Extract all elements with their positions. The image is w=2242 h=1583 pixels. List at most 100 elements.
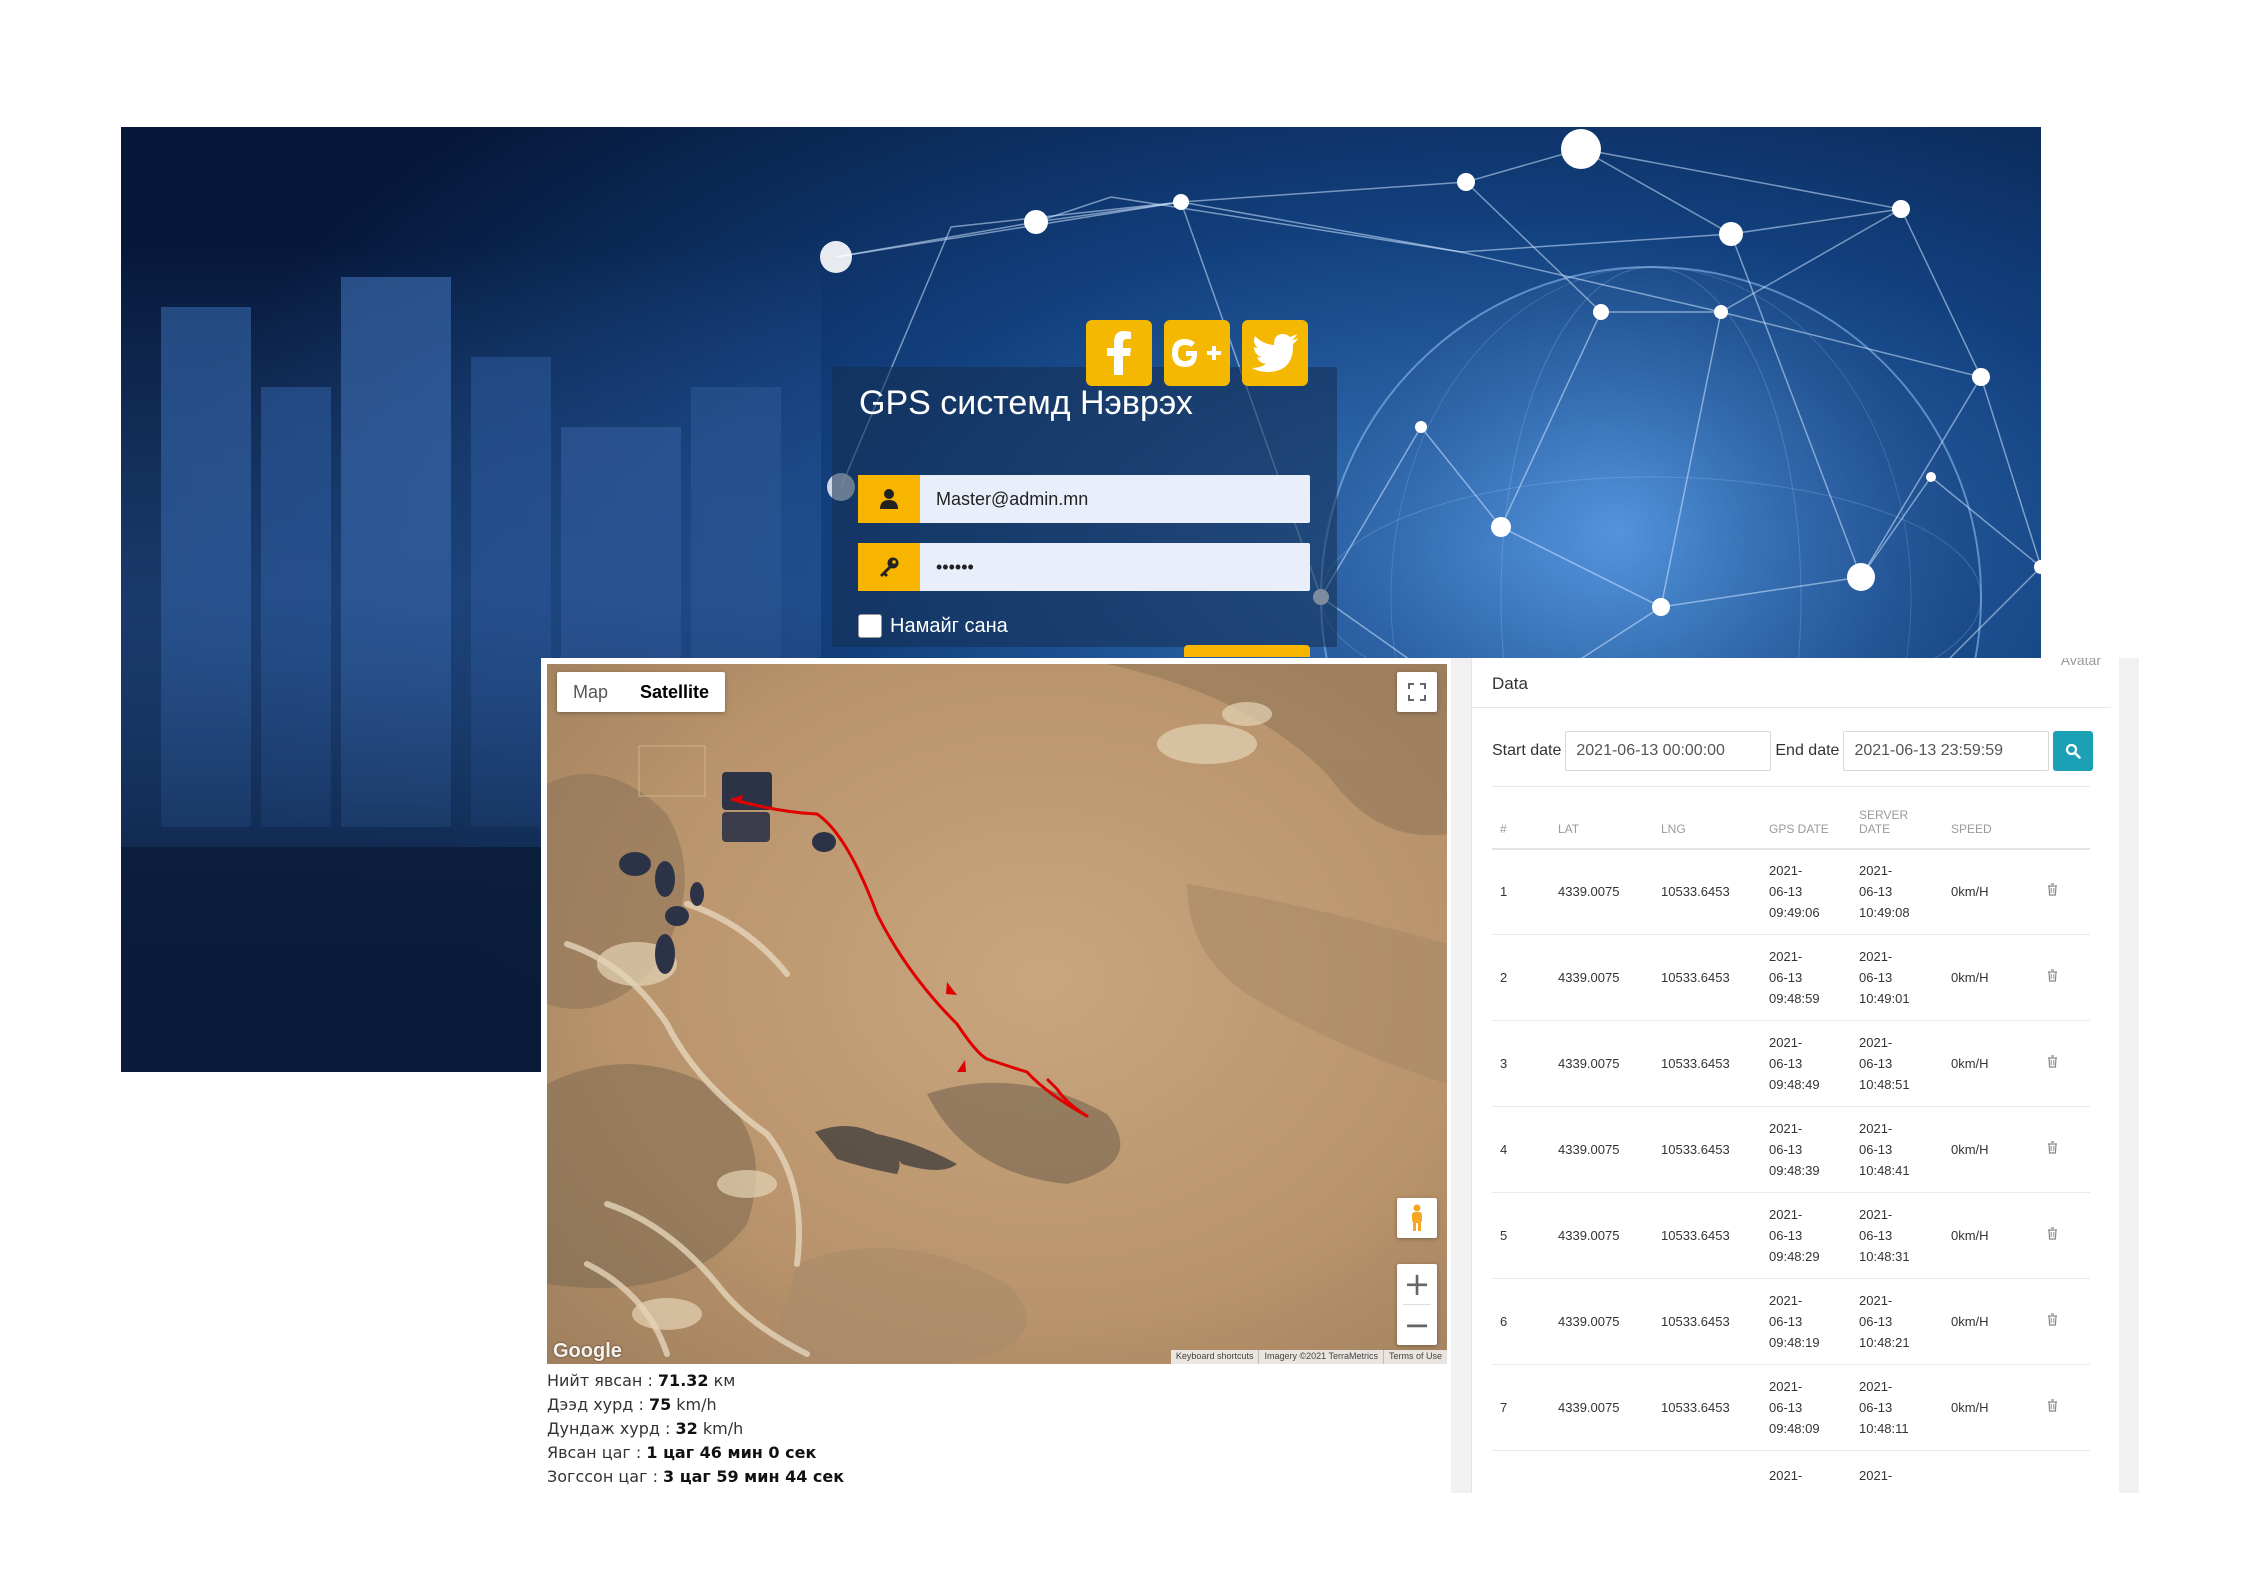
date-part: 06-13 (1769, 1056, 1803, 1071)
remember-label: Намайг сана (890, 614, 1008, 637)
start-date-input[interactable]: 2021-06-13 00:00:00 (1565, 731, 1772, 771)
table-row[interactable]: 6 4339.0075 10533.6453 2021- 06-13 09:48:19 20… (1492, 1278, 2090, 1365)
cell-gps-date: 2021- 06-13 09:48:49 (1761, 1020, 1851, 1107)
delete-button[interactable] (2047, 883, 2058, 899)
gps-data-table: # LAT LNG GPS DATE SERVER DATE SPEED 1 43… (1492, 786, 2090, 1493)
cell-actions (2039, 1106, 2090, 1193)
header-speed[interactable]: SPEED (1943, 786, 2039, 850)
cell-gps-date: 2021- 06-13 09:48:09 (1761, 1364, 1851, 1451)
date-part: 10:48:11 (1859, 1421, 1909, 1436)
table-header-row: # LAT LNG GPS DATE SERVER DATE SPEED (1492, 786, 2090, 850)
cell-lat (1550, 1451, 1653, 1494)
stat-value: 32 (675, 1419, 698, 1438)
remember-me[interactable]: Намайг сана (858, 614, 1008, 638)
keyboard-shortcuts-link[interactable]: Keyboard shortcuts (1171, 1350, 1259, 1364)
date-part: 09:48:39 (1769, 1163, 1820, 1178)
terms-of-use-link[interactable]: Terms of Use (1382, 1350, 1447, 1364)
delete-button[interactable] (2047, 1399, 2058, 1415)
table-row[interactable]: 2021- 2021- (1492, 1451, 2090, 1494)
password-field[interactable]: •••••• (858, 543, 1310, 591)
search-icon (2066, 743, 2082, 759)
satellite-map[interactable]: Map Satellite + − Google Keyboard shortc… (547, 664, 1447, 1364)
google-plus-button[interactable] (1164, 320, 1230, 386)
street-view-button[interactable] (1397, 1198, 1437, 1238)
date-part: 2021- (1859, 1468, 1893, 1483)
cell-index (1492, 1451, 1550, 1494)
header-lat[interactable]: LAT (1550, 786, 1653, 850)
twitter-button[interactable] (1242, 320, 1308, 386)
zoom-out-button[interactable]: − (1397, 1305, 1437, 1345)
stat-label: Явсан цаг : (547, 1443, 647, 1462)
date-part: 2021- (1769, 1468, 1803, 1483)
cell-lat: 4339.0075 (1550, 1364, 1653, 1451)
remember-checkbox[interactable] (858, 614, 882, 638)
cell-gps-date: 2021- (1761, 1451, 1851, 1494)
delete-button[interactable] (2047, 969, 2058, 985)
cell-server-date: 2021- 06-13 10:48:31 (1851, 1192, 1943, 1279)
cell-speed: 0km/H (1943, 1020, 2039, 1107)
header-server-date[interactable]: SERVER DATE (1851, 786, 1943, 850)
map-type-satellite[interactable]: Satellite (624, 672, 725, 712)
cell-index: 5 (1492, 1192, 1550, 1279)
cell-gps-date: 2021- 06-13 09:48:39 (1761, 1106, 1851, 1193)
cell-lng: 10533.6453 (1653, 1364, 1761, 1451)
map-type-map[interactable]: Map (557, 672, 624, 712)
fullscreen-button[interactable] (1397, 672, 1437, 712)
header-index[interactable]: # (1492, 786, 1550, 850)
twitter-icon (1252, 334, 1298, 372)
delete-button[interactable] (2047, 1141, 2058, 1157)
header-lng[interactable]: LNG (1653, 786, 1761, 850)
key-icon (858, 543, 920, 591)
search-button[interactable] (2053, 731, 2094, 771)
date-part: 2021- (1859, 1293, 1893, 1308)
trash-icon (2048, 1141, 2057, 1154)
cell-speed (1943, 1451, 2039, 1494)
header-gps-date[interactable]: GPS DATE (1761, 786, 1851, 850)
date-part: 10:49:01 (1859, 991, 1910, 1006)
table-row[interactable]: 1 4339.0075 10533.6453 2021- 06-13 09:49:06 20… (1492, 848, 2090, 935)
delete-button[interactable] (2047, 1313, 2058, 1329)
date-part: 09:48:59 (1769, 991, 1820, 1006)
email-field[interactable]: Master@admin.mn (858, 475, 1310, 523)
login-button[interactable] (1184, 645, 1310, 657)
table-row[interactable]: 4 4339.0075 10533.6453 2021- 06-13 09:48:39 20… (1492, 1106, 2090, 1193)
cell-server-date: 2021- 06-13 10:48:11 (1851, 1364, 1943, 1451)
cell-lat: 4339.0075 (1550, 1106, 1653, 1193)
cell-index: 4 (1492, 1106, 1550, 1193)
cell-speed: 0km/H (1943, 1364, 2039, 1451)
zoom-in-button[interactable]: + (1397, 1264, 1437, 1304)
cell-actions (2039, 1451, 2090, 1494)
stat-label: Дундаж хурд : (547, 1419, 676, 1438)
stat-label: Зогссон цаг : (547, 1467, 664, 1486)
cell-actions (2039, 1364, 2090, 1451)
cell-index: 3 (1492, 1020, 1550, 1107)
trash-icon (2048, 1055, 2057, 1068)
facebook-button[interactable] (1086, 320, 1152, 386)
date-part: 10:49:08 (1859, 905, 1910, 921)
date-part: 06-13 (1859, 884, 1893, 900)
panel-gutter (1451, 658, 1471, 1493)
cell-index: 1 (1492, 848, 1550, 935)
date-part: 2021- (1769, 1207, 1803, 1222)
date-part: 2021- (1859, 863, 1893, 879)
delete-button[interactable] (2047, 1055, 2058, 1071)
cell-speed: 0km/H (1943, 934, 2039, 1021)
table-row[interactable]: 5 4339.0075 10533.6453 2021- 06-13 09:48:29 20… (1492, 1192, 2090, 1279)
table-body: 1 4339.0075 10533.6453 2021- 06-13 09:49:06 20… (1492, 848, 2090, 1494)
table-row[interactable]: 3 4339.0075 10533.6453 2021- 06-13 09:48:49 20… (1492, 1020, 2090, 1107)
table-row[interactable]: 7 4339.0075 10533.6453 2021- 06-13 09:48:09 20… (1492, 1364, 2090, 1451)
delete-button[interactable] (2047, 1227, 2058, 1243)
gps-dashboard: Map Satellite + − Google Keyboard shortc… (541, 658, 2139, 1493)
stat-value: 75 (648, 1395, 672, 1414)
data-panel-title: Data (1492, 674, 1528, 693)
cell-server-date: 2021- 06-13 10:48:41 (1851, 1106, 1943, 1193)
header-actions (2039, 786, 2090, 850)
cell-actions (2039, 1192, 2090, 1279)
end-date-input[interactable]: 2021-06-13 23:59:59 (1843, 731, 2050, 771)
date-part: 2021- (1769, 1293, 1803, 1308)
table-row[interactable]: 2 4339.0075 10533.6453 2021- 06-13 09:48:59 20… (1492, 934, 2090, 1021)
stat-row: Зогссон цаг : 3 цаг 59 мин 44 сек (547, 1465, 1437, 1489)
cell-lng: 10533.6453 (1653, 1020, 1761, 1107)
cell-lng: 10533.6453 (1653, 1278, 1761, 1365)
cell-server-date: 2021- 06-13 10:49:08 (1851, 848, 1943, 935)
